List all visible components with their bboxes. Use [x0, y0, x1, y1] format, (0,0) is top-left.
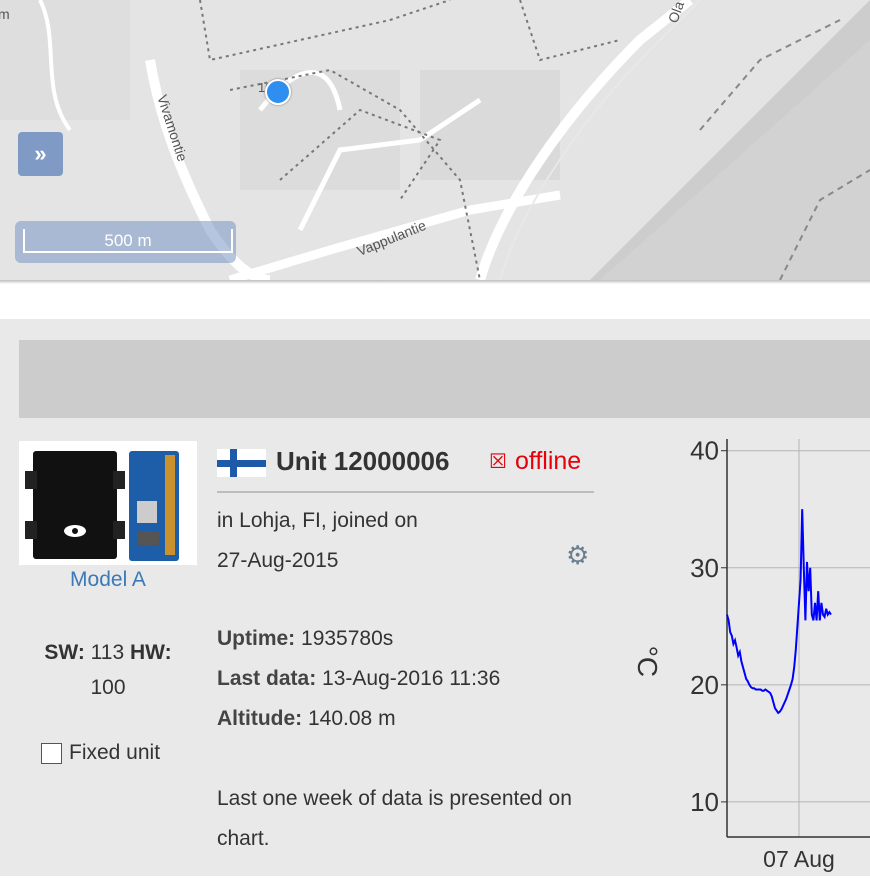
- title-divider: [217, 491, 594, 493]
- altitude-label: Altitude:: [217, 707, 303, 730]
- finland-flag-icon: [217, 449, 266, 477]
- y-axis-label: °C: [632, 646, 663, 677]
- sw-label: SW:: [44, 641, 85, 664]
- model-link[interactable]: Model A: [19, 568, 197, 592]
- last-data-value: 13-Aug-2016 11:36: [322, 667, 501, 690]
- altitude-value: 140.08 m: [308, 707, 396, 730]
- panel-header: [19, 340, 870, 418]
- map[interactable]: m Vivamontie Vappulantie Ola 1005 » 500 …: [0, 0, 870, 280]
- map-scale-bar: 500 m: [15, 221, 236, 263]
- temperature-chart[interactable]: 10 20 30 40 07 Aug °C: [610, 429, 870, 879]
- double-chevron-right-icon: »: [34, 141, 47, 166]
- joined-date: 27-Aug-2015: [217, 549, 339, 572]
- hw-value: 100: [90, 676, 126, 699]
- uptime-value: 1935780s: [301, 627, 394, 650]
- scale-label: 500 m: [23, 229, 233, 253]
- map-label-fragment: m: [0, 6, 10, 22]
- last-data-label: Last data:: [217, 667, 317, 690]
- expand-map-button[interactable]: »: [18, 132, 63, 176]
- y-tick-label: 10: [690, 787, 719, 817]
- uptime-label: Uptime:: [217, 627, 296, 650]
- hw-label: HW:: [130, 641, 172, 664]
- location-info: in Lohja, FI, joined on 27-Aug-2015: [217, 501, 557, 581]
- device-image[interactable]: [19, 441, 197, 565]
- map-divider: [0, 280, 870, 284]
- y-tick-label: 30: [690, 553, 719, 583]
- device-photo: [25, 451, 179, 561]
- chart-note: Last one week of data is presented on ch…: [217, 787, 572, 850]
- map-marker[interactable]: [265, 79, 291, 105]
- offline-icon: ☒: [489, 451, 507, 473]
- fixed-unit-toggle[interactable]: Fixed unit: [41, 741, 160, 765]
- sw-value: 113: [90, 641, 125, 664]
- temperature-series-line: [726, 509, 832, 715]
- fixed-unit-label: Fixed unit: [69, 741, 161, 764]
- gear-icon[interactable]: ⚙: [566, 540, 589, 571]
- status-text: offline: [514, 447, 582, 475]
- sw-hw-info: SW: 113 HW: 100: [19, 635, 197, 705]
- y-tick-label: 20: [690, 670, 719, 700]
- y-tick-label: 40: [690, 436, 719, 466]
- unit-details: Uptime: 1935780s Last data: 13-Aug-2016 …: [217, 619, 500, 739]
- location-line: in Lohja, FI, joined on: [217, 509, 418, 532]
- x-tick-label: 07 Aug: [763, 846, 835, 872]
- status-badge: ☒ offline: [489, 447, 581, 476]
- unit-panel: Model A SW: 113 HW: 100 Fixed unit Unit …: [0, 319, 870, 876]
- fixed-unit-checkbox[interactable]: [41, 742, 62, 764]
- unit-title: Unit 12000006: [276, 446, 450, 476]
